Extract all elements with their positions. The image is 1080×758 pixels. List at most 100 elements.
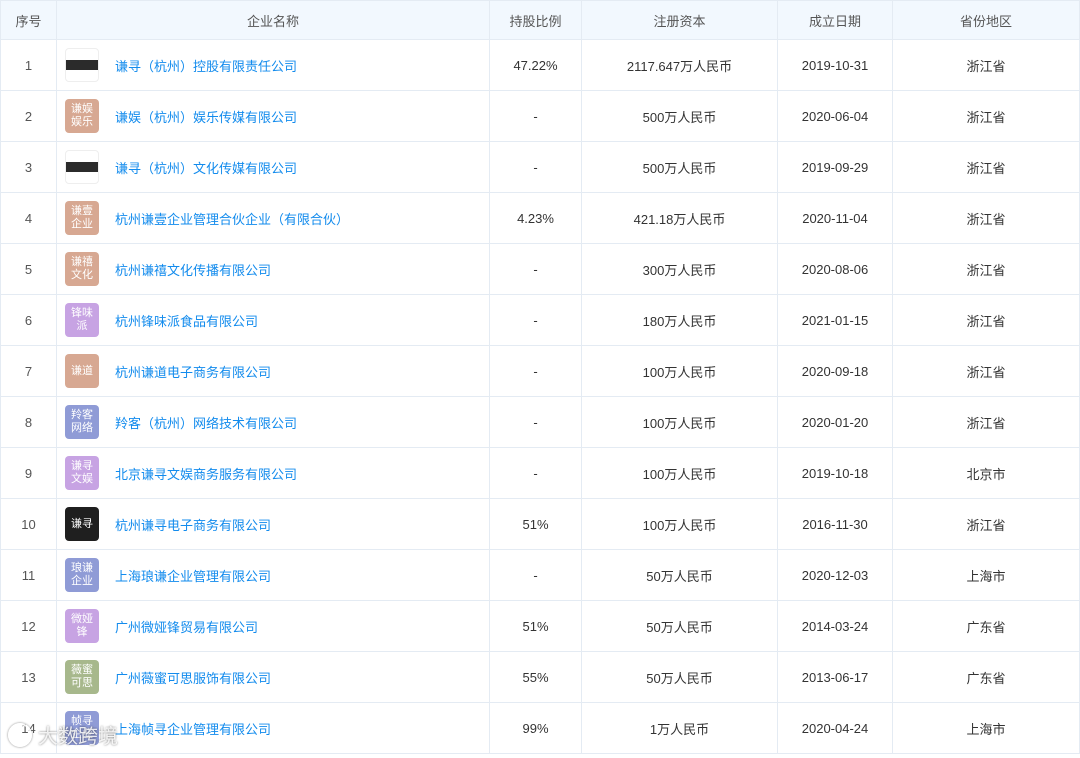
- cell-region: 北京市: [892, 447, 1080, 499]
- company-wrap: 谦道 杭州谦道电子商务有限公司: [65, 354, 489, 388]
- company-name-link[interactable]: 上海琅谦企业管理有限公司: [115, 566, 271, 585]
- header-index: 序号: [0, 0, 57, 40]
- table-row: 4 谦壹企业 杭州谦壹企业管理合伙企业（有限合伙） 4.23% 421.18万人民币 20…: [0, 192, 1080, 244]
- company-name-link[interactable]: 谦娱（杭州）娱乐传媒有限公司: [115, 107, 297, 126]
- company-wrap: 谦禧文化 杭州谦禧文化传播有限公司: [65, 252, 489, 286]
- cell-company: 微娅锋 广州微娅锋贸易有限公司: [56, 600, 490, 652]
- cell-index: 6: [0, 294, 57, 346]
- cell-company: 谦娱娱乐 谦娱（杭州）娱乐传媒有限公司: [56, 90, 490, 142]
- cell-capital: 300万人民币: [581, 243, 778, 295]
- company-name-link[interactable]: 谦寻（杭州）文化传媒有限公司: [115, 158, 297, 177]
- cell-company: 谦禧文化 杭州谦禧文化传播有限公司: [56, 243, 490, 295]
- cell-index: 11: [0, 549, 57, 601]
- cell-share: -: [489, 141, 582, 193]
- cell-capital: 100万人民币: [581, 396, 778, 448]
- company-logo-text: 谦壹企业: [71, 205, 93, 230]
- company-wrap: 微娅锋 广州微娅锋贸易有限公司: [65, 609, 489, 643]
- cell-region: 广东省: [892, 600, 1080, 652]
- company-logo-text: 谦寻文娱: [71, 460, 93, 485]
- cell-capital: 500万人民币: [581, 90, 778, 142]
- cell-index: 2: [0, 90, 57, 142]
- cell-date: 2021-01-15: [777, 294, 893, 346]
- cell-share: 51%: [489, 600, 582, 652]
- table-header-row: 序号 企业名称 持股比例 注册资本 成立日期 省份地区: [0, 0, 1080, 40]
- cell-company: 谦寻 杭州谦寻电子商务有限公司: [56, 498, 490, 550]
- company-logo-text: 帧寻企业: [71, 715, 93, 740]
- table-row: 12 微娅锋 广州微娅锋贸易有限公司 51% 50万人民币 2014-03-24 广东省: [0, 600, 1080, 652]
- cell-capital: 100万人民币: [581, 498, 778, 550]
- cell-index: 1: [0, 39, 57, 91]
- cell-index: 14: [0, 702, 57, 754]
- company-name-link[interactable]: 杭州谦寻电子商务有限公司: [115, 515, 271, 534]
- cell-date: 2020-01-20: [777, 396, 893, 448]
- company-logo-image: [66, 162, 98, 172]
- cell-company: 谦寻（杭州）控股有限责任公司: [56, 39, 490, 91]
- cell-index: 10: [0, 498, 57, 550]
- company-logo: 锋味派: [65, 303, 99, 337]
- company-wrap: 谦寻（杭州）文化传媒有限公司: [65, 150, 489, 184]
- cell-company: 谦寻文娱 北京谦寻文娱商务服务有限公司: [56, 447, 490, 499]
- cell-date: 2020-04-24: [777, 702, 893, 754]
- cell-region: 浙江省: [892, 498, 1080, 550]
- cell-capital: 1万人民币: [581, 702, 778, 754]
- company-logo-text: 薇蜜可思: [71, 664, 93, 689]
- cell-date: 2020-12-03: [777, 549, 893, 601]
- company-logo: 谦禧文化: [65, 252, 99, 286]
- company-name-link[interactable]: 杭州锋味派食品有限公司: [115, 311, 258, 330]
- company-name-link[interactable]: 杭州谦禧文化传播有限公司: [115, 260, 271, 279]
- cell-capital: 421.18万人民币: [581, 192, 778, 244]
- company-wrap: 薇蜜可思 广州薇蜜可思服饰有限公司: [65, 660, 489, 694]
- cell-region: 浙江省: [892, 90, 1080, 142]
- table-row: 14 帧寻企业 上海帧寻企业管理有限公司 99% 1万人民币 2020-04-24 上海市: [0, 702, 1080, 754]
- company-logo: 谦寻: [65, 507, 99, 541]
- company-logo-image: [66, 60, 98, 70]
- cell-share: 99%: [489, 702, 582, 754]
- company-name-link[interactable]: 上海帧寻企业管理有限公司: [115, 719, 271, 738]
- cell-region: 浙江省: [892, 396, 1080, 448]
- company-name-link[interactable]: 广州薇蜜可思服饰有限公司: [115, 668, 271, 687]
- cell-region: 浙江省: [892, 294, 1080, 346]
- cell-region: 广东省: [892, 651, 1080, 703]
- cell-company: 锋味派 杭州锋味派食品有限公司: [56, 294, 490, 346]
- company-name-link[interactable]: 广州微娅锋贸易有限公司: [115, 617, 258, 636]
- company-logo-text: 谦道: [71, 364, 93, 377]
- company-name-link[interactable]: 羚客（杭州）网络技术有限公司: [115, 413, 297, 432]
- company-logo-text: 谦寻: [71, 517, 93, 530]
- header-capital: 注册资本: [581, 0, 778, 40]
- cell-capital: 180万人民币: [581, 294, 778, 346]
- company-name-link[interactable]: 北京谦寻文娱商务服务有限公司: [115, 464, 297, 483]
- cell-company: 薇蜜可思 广州薇蜜可思服饰有限公司: [56, 651, 490, 703]
- cell-date: 2014-03-24: [777, 600, 893, 652]
- cell-index: 7: [0, 345, 57, 397]
- cell-date: 2016-11-30: [777, 498, 893, 550]
- company-name-link[interactable]: 杭州谦壹企业管理合伙企业（有限合伙）: [115, 209, 349, 228]
- cell-date: 2019-10-31: [777, 39, 893, 91]
- table-row: 1 谦寻（杭州）控股有限责任公司 47.22% 2117.647万人民币 2019-10…: [0, 39, 1080, 91]
- cell-region: 上海市: [892, 549, 1080, 601]
- cell-date: 2020-08-06: [777, 243, 893, 295]
- cell-index: 5: [0, 243, 57, 295]
- company-logo: 微娅锋: [65, 609, 99, 643]
- cell-date: 2020-11-04: [777, 192, 893, 244]
- cell-index: 12: [0, 600, 57, 652]
- cell-region: 浙江省: [892, 141, 1080, 193]
- cell-share: -: [489, 243, 582, 295]
- table-row: 7 谦道 杭州谦道电子商务有限公司 -100万人民币 2020-09-18 浙江省: [0, 345, 1080, 397]
- cell-share: -: [489, 345, 582, 397]
- header-share: 持股比例: [489, 0, 582, 40]
- cell-company: 谦壹企业 杭州谦壹企业管理合伙企业（有限合伙）: [56, 192, 490, 244]
- cell-region: 浙江省: [892, 345, 1080, 397]
- cell-share: 55%: [489, 651, 582, 703]
- company-logo: 薇蜜可思: [65, 660, 99, 694]
- cell-date: 2013-06-17: [777, 651, 893, 703]
- cell-index: 3: [0, 141, 57, 193]
- cell-share: -: [489, 294, 582, 346]
- company-name-link[interactable]: 谦寻（杭州）控股有限责任公司: [115, 56, 297, 75]
- cell-share: -: [489, 447, 582, 499]
- company-name-link[interactable]: 杭州谦道电子商务有限公司: [115, 362, 271, 381]
- cell-date: 2020-09-18: [777, 345, 893, 397]
- company-logo: 琅谦企业: [65, 558, 99, 592]
- table-row: 2 谦娱娱乐 谦娱（杭州）娱乐传媒有限公司 -500万人民币 2020-06-04 浙江省: [0, 90, 1080, 142]
- cell-share: -: [489, 549, 582, 601]
- header-region: 省份地区: [892, 0, 1080, 40]
